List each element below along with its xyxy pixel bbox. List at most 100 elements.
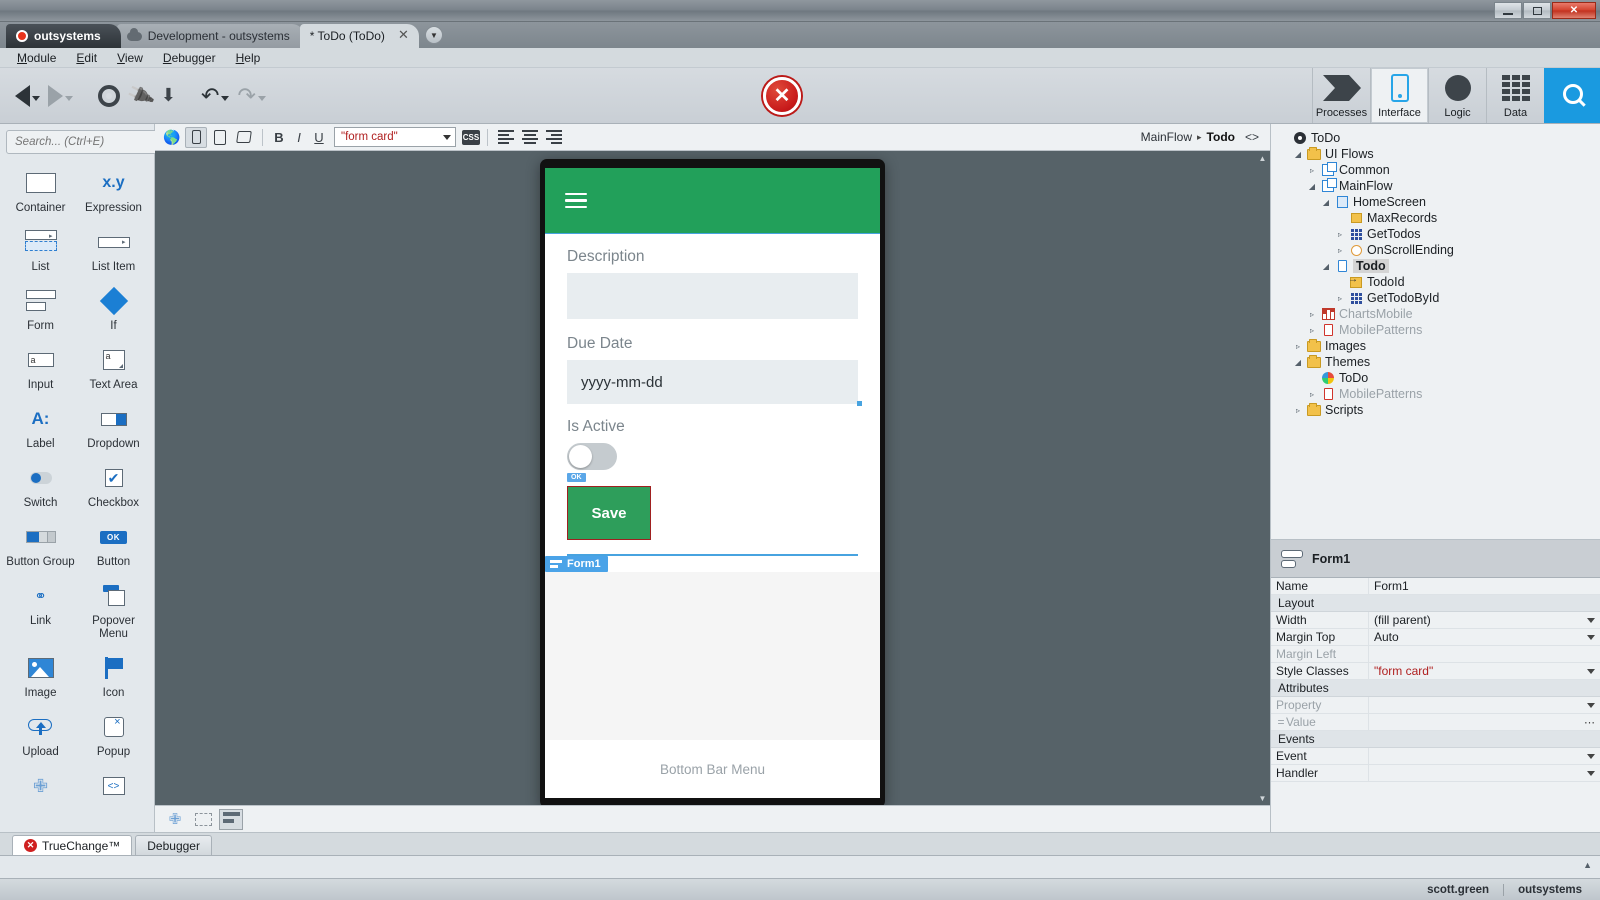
widget-image[interactable]: Image — [4, 647, 77, 706]
widget-text-area[interactable]: a Text Area — [77, 339, 150, 398]
placeholder-button[interactable] — [191, 809, 215, 830]
widget-popup[interactable]: Popup — [77, 706, 150, 765]
widget-button-group[interactable]: Button Group — [4, 516, 77, 575]
perspective-interface[interactable]: Interface — [1370, 68, 1428, 123]
menu-item-help[interactable]: Help — [227, 49, 270, 67]
dock-tab-truechange[interactable]: ✕ TrueChange™ — [12, 835, 132, 855]
widget-link[interactable]: ⚭ Link — [4, 575, 77, 647]
tree-twisty-icon[interactable]: ▹ — [1293, 342, 1303, 351]
is-active-switch[interactable] — [567, 443, 617, 470]
tab-development-outsystems[interactable]: Development - outsystems — [117, 24, 304, 48]
underline-button[interactable]: U — [310, 130, 328, 145]
tree-node-todoid[interactable]: TodoId — [1279, 274, 1600, 290]
desktop-size-button[interactable] — [233, 127, 255, 148]
widget-extension[interactable]: ✙ — [4, 765, 77, 811]
redo-button[interactable]: ↷ — [234, 79, 268, 113]
design-canvas[interactable]: Description Due Date yyyy-mm-dd Is Activ… — [155, 151, 1270, 805]
widget-form[interactable]: Form — [4, 280, 77, 339]
chevron-down-icon[interactable] — [1587, 635, 1595, 640]
widget-upload[interactable]: Upload — [4, 706, 77, 765]
tree-node-onscrollending[interactable]: ▹OnScrollEnding — [1279, 242, 1600, 258]
widget-dropdown[interactable]: Dropdown — [77, 398, 150, 457]
widget-list-item[interactable]: ▸ List Item — [77, 221, 150, 280]
property-value[interactable]: Form1 — [1369, 578, 1600, 594]
debug-plug-button[interactable]: 🔌 — [125, 79, 156, 112]
chevron-down-icon[interactable] — [1587, 771, 1595, 776]
perspective-data[interactable]: Data — [1486, 68, 1544, 123]
tree-twisty-icon[interactable]: ▹ — [1307, 310, 1317, 319]
tree-node-gettodobyid[interactable]: ▹GetTodoById — [1279, 290, 1600, 306]
property-value[interactable]: ⋯ — [1369, 714, 1600, 730]
property-row-value[interactable]: =Value⋯ — [1271, 714, 1600, 731]
tree-node-chartsmobile[interactable]: ▹ChartsMobile — [1279, 306, 1600, 322]
property-value[interactable]: (fill parent) — [1369, 612, 1600, 628]
bottom-bar-menu[interactable]: Bottom Bar Menu — [545, 740, 880, 798]
tree-node-mobilepatterns[interactable]: ▹MobilePatterns — [1279, 386, 1600, 402]
widget-tree-button[interactable]: ✙ — [163, 809, 187, 830]
close-tab-icon[interactable]: ✕ — [398, 29, 409, 41]
align-right-button[interactable] — [543, 127, 565, 148]
chevron-down-icon[interactable] — [1587, 618, 1595, 623]
hamburger-menu-icon[interactable] — [565, 193, 587, 209]
widget-if[interactable]: If — [77, 280, 150, 339]
property-value[interactable] — [1369, 646, 1600, 662]
tree-node-images[interactable]: ▹Images — [1279, 338, 1600, 354]
selected-widget-tag[interactable]: Form1 — [545, 556, 608, 572]
bold-button[interactable]: B — [270, 130, 288, 145]
tree-node-gettodos[interactable]: ▹GetTodos — [1279, 226, 1600, 242]
stop-debugging-button[interactable]: ✕ — [763, 77, 801, 115]
minimize-button[interactable] — [1494, 2, 1522, 19]
menu-item-edit[interactable]: Edit — [67, 49, 106, 67]
breadcrumb-root[interactable]: MainFlow — [1141, 130, 1192, 144]
widget-popover-menu[interactable]: Popover Menu — [77, 575, 150, 647]
italic-button[interactable]: I — [290, 130, 308, 145]
tablet-size-button[interactable] — [209, 127, 231, 148]
description-input[interactable] — [567, 273, 858, 319]
publish-button[interactable]: ⬇ — [158, 81, 179, 110]
css-button[interactable]: CSS — [462, 130, 480, 145]
form-breadcrumb-button[interactable] — [219, 809, 243, 830]
tree-twisty-icon[interactable]: ▹ — [1335, 230, 1345, 239]
tree-twisty-icon[interactable]: ◢ — [1321, 262, 1331, 271]
property-value[interactable] — [1369, 748, 1600, 764]
chevron-down-icon[interactable] — [1587, 754, 1595, 759]
scroll-down-icon[interactable]: ▼ — [1255, 791, 1270, 805]
preview-button[interactable]: 🌎 — [161, 127, 183, 148]
brand-tab[interactable]: outsystems — [6, 24, 121, 48]
tree-node-common[interactable]: ▹Common — [1279, 162, 1600, 178]
widget-icon[interactable]: Icon — [77, 647, 150, 706]
property-value[interactable] — [1369, 697, 1600, 713]
tree-twisty-icon[interactable]: ▹ — [1307, 166, 1317, 175]
empty-content-zone[interactable] — [545, 572, 880, 741]
canvas-vertical-scrollbar[interactable]: ▲ ▼ — [1255, 151, 1270, 805]
more-options-icon[interactable]: ⋯ — [1584, 716, 1595, 729]
property-value[interactable]: Auto — [1369, 629, 1600, 645]
form1-widget[interactable]: Description Due Date yyyy-mm-dd Is Activ… — [545, 233, 880, 556]
selection-handle[interactable] — [857, 401, 862, 406]
tree-twisty-icon[interactable]: ◢ — [1293, 150, 1303, 159]
property-row-handler[interactable]: Handler — [1271, 765, 1600, 782]
tree-twisty-icon[interactable]: ▹ — [1335, 246, 1345, 255]
widget-list[interactable]: ▸ List — [4, 221, 77, 280]
tree-node-homescreen[interactable]: ◢HomeScreen — [1279, 194, 1600, 210]
tree-twisty-icon[interactable]: ▹ — [1307, 326, 1317, 335]
scroll-up-icon[interactable]: ▲ — [1255, 151, 1270, 165]
menu-item-view[interactable]: View — [108, 49, 152, 67]
tree-node-todo[interactable]: ToDo — [1279, 370, 1600, 386]
tree-twisty-icon[interactable]: ▹ — [1293, 406, 1303, 415]
widget-label[interactable]: A: Label — [4, 398, 77, 457]
element-tree[interactable]: ToDo◢UI Flows▹Common◢MainFlow◢HomeScreen… — [1271, 124, 1600, 539]
menu-item-module[interactable]: MModuleodule — [8, 49, 65, 67]
widget-switch[interactable]: Switch — [4, 457, 77, 516]
widget-button[interactable]: OK Button — [77, 516, 150, 575]
tree-node-todo[interactable]: ToDo — [1279, 130, 1600, 146]
code-toggle-button[interactable]: <> — [1240, 128, 1264, 146]
menu-item-debugger[interactable]: Debugger — [154, 49, 225, 67]
chevron-down-icon[interactable] — [1587, 703, 1595, 708]
collapse-dock-icon[interactable]: ▲ — [1583, 860, 1592, 870]
tree-node-todo[interactable]: ◢Todo — [1279, 258, 1600, 274]
property-row-event[interactable]: Event — [1271, 748, 1600, 765]
tab-list-dropdown-button[interactable]: ▼ — [425, 26, 443, 44]
widget-input[interactable]: a Input — [4, 339, 77, 398]
widget-checkbox[interactable]: ✔ Checkbox — [77, 457, 150, 516]
